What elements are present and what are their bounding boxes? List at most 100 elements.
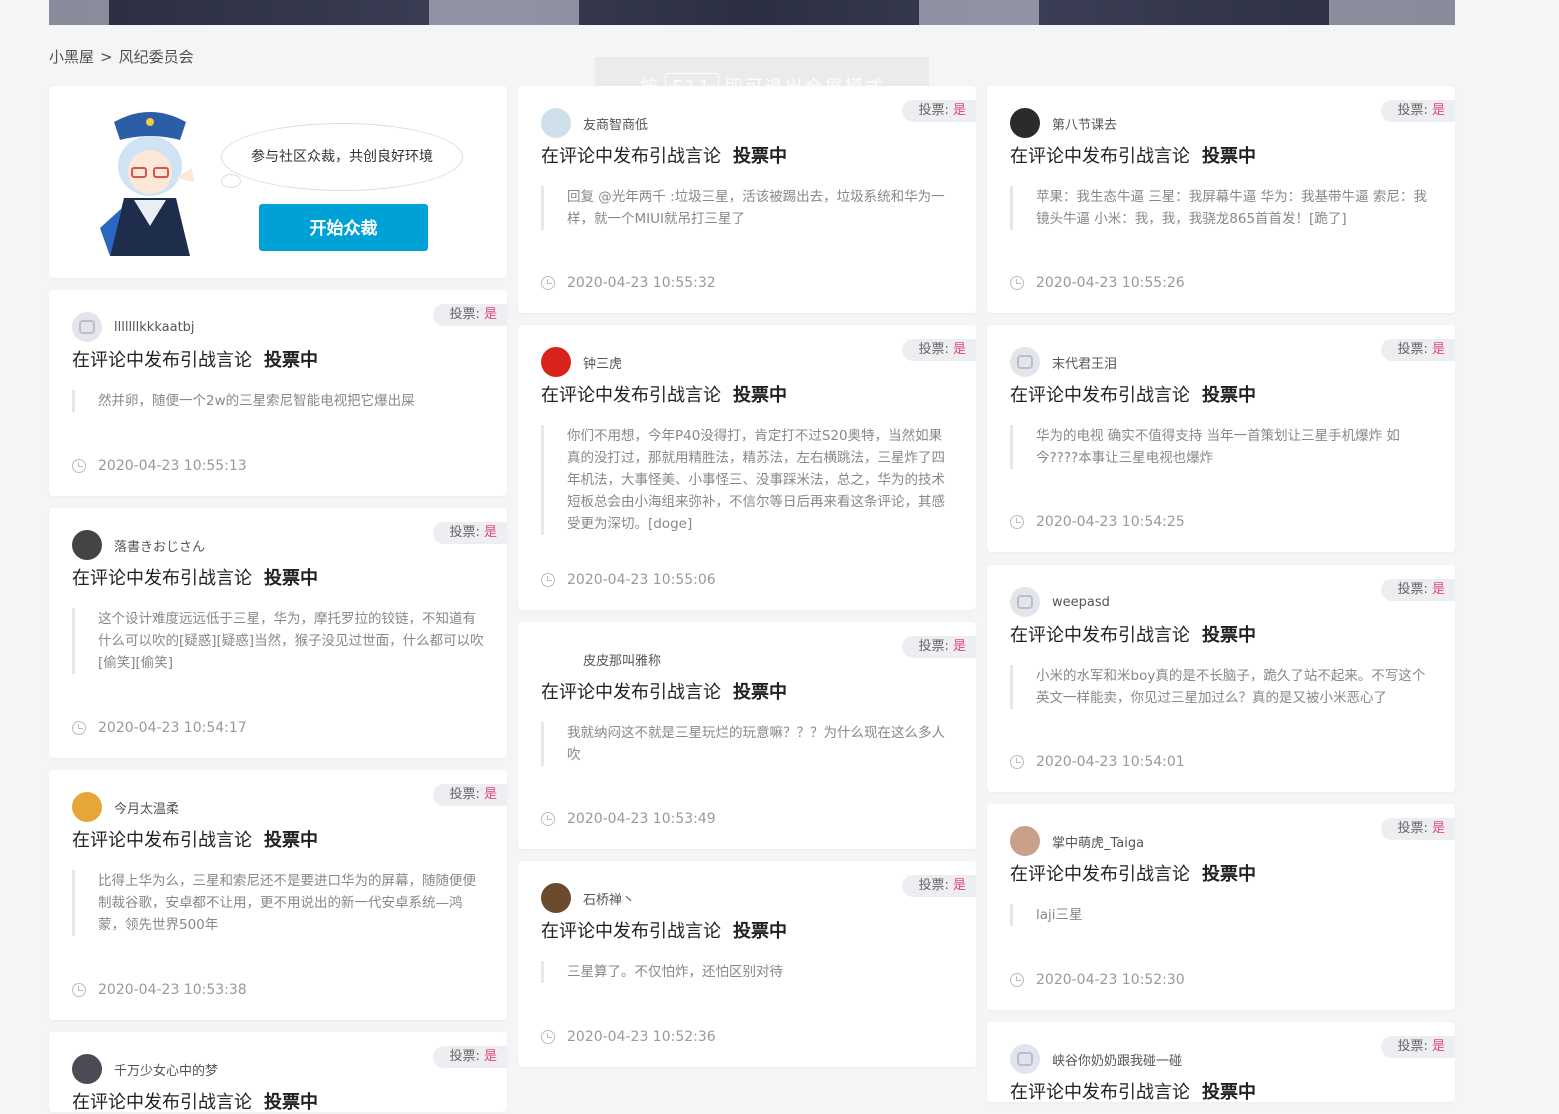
case-title: 在评论中发布引战言论 投票中 (541, 917, 787, 943)
username[interactable]: 峡谷你奶奶跟我碰一碰 (1052, 1050, 1182, 1069)
username[interactable]: 末代君王泪 (1052, 353, 1117, 372)
case-status: 投票中 (733, 146, 787, 167)
case-status: 投票中 (733, 682, 787, 703)
case-card[interactable]: 投票: 是今月太温柔 在评论中发布引战言论 投票中 比得上华为么，三星和索尼还不是要进… (49, 770, 507, 1020)
case-card[interactable]: 投票: 是掌中萌虎_Taiga 在评论中发布引战言论 投票中 laji三星 2020-0… (987, 804, 1455, 1010)
case-time: 2020-04-23 10:55:32 (541, 275, 716, 291)
username[interactable]: 石桥禅丶 (583, 889, 635, 908)
case-status: 投票中 (264, 350, 318, 371)
default-avatar-icon (1017, 1052, 1033, 1066)
case-card[interactable]: 投票: 是石桥禅丶 在评论中发布引战言论 投票中 三星算了。不仅怕炸，还怕区别对待 20… (518, 861, 976, 1067)
avatar[interactable] (1010, 587, 1040, 617)
default-avatar-icon (79, 320, 95, 334)
avatar[interactable] (541, 644, 571, 674)
vote-badge: 投票: 是 (902, 875, 976, 897)
case-card[interactable]: 投票: 是皮皮那叫雅称 在评论中发布引战言论 投票中 我就纳闷这不就是三星玩烂的玩意嘛… (518, 622, 976, 849)
case-title: 在评论中发布引战言论 投票中 (1010, 381, 1256, 407)
avatar[interactable] (1010, 826, 1040, 856)
case-status: 投票中 (264, 568, 318, 589)
timestamp: 2020-04-23 10:55:06 (567, 572, 716, 588)
vote-label: 投票: (449, 1049, 480, 1064)
clock-icon (541, 812, 555, 826)
banner-decoration (1329, 0, 1455, 25)
vote-badge: 投票: 是 (902, 100, 976, 122)
case-reason: 在评论中发布引战言论 (72, 830, 252, 851)
case-card[interactable]: 投票: 是千万少女心中的梦 在评论中发布引战言论 投票中 (49, 1032, 507, 1114)
username[interactable]: weepasd (1052, 595, 1110, 610)
case-user: 今月太温柔 (72, 792, 179, 822)
case-title: 在评论中发布引战言论 投票中 (1010, 860, 1256, 886)
case-reason: 在评论中发布引战言论 (1010, 1082, 1190, 1103)
username[interactable]: 今月太温柔 (114, 798, 179, 817)
avatar[interactable] (1010, 1044, 1040, 1074)
case-user: 掌中萌虎_Taiga (1010, 826, 1144, 856)
breadcrumb: 小黑屋 > 风纪委员会 (49, 46, 200, 67)
case-card[interactable]: 投票: 是 lllllllkkkaatbj 在评论中发布引战言论 投票中 然并卵，随便一… (49, 290, 507, 496)
breadcrumb-home[interactable]: 小黑屋 (49, 48, 94, 66)
vote-badge: 投票: 是 (902, 636, 976, 658)
clock-icon (541, 1030, 555, 1044)
username[interactable]: 千万少女心中的梦 (114, 1060, 218, 1079)
avatar[interactable] (72, 530, 102, 560)
case-title: 在评论中发布引战言论 投票中 (1010, 142, 1256, 168)
banner-decoration (49, 0, 109, 25)
vote-badge: 投票: 是 (433, 522, 507, 544)
case-card[interactable]: 投票: 是落書きおじさん 在评论中发布引战言论 投票中 这个设计难度远远低于三星，华为… (49, 508, 507, 758)
username[interactable]: lllllllkkkaatbj (114, 320, 195, 335)
username[interactable]: 钟三虎 (583, 353, 622, 372)
case-status: 投票中 (1202, 864, 1256, 885)
case-reason: 在评论中发布引战言论 (1010, 385, 1190, 406)
case-card[interactable]: 投票: 是钟三虎 在评论中发布引战言论 投票中 你们不用想，今年P40没得打，肯定打不… (518, 325, 976, 610)
case-time: 2020-04-23 10:54:25 (1010, 514, 1185, 530)
case-card[interactable]: 投票: 是峡谷你奶奶跟我碰一碰 在评论中发布引战言论 投票中 (987, 1022, 1455, 1104)
case-card[interactable]: 投票: 是末代君王泪 在评论中发布引战言论 投票中 华为的电视 确实不值得支持 当年一… (987, 325, 1455, 552)
case-card[interactable]: 投票: 是第八节课去 在评论中发布引战言论 投票中 苹果：我生态牛逼 三星：我屏幕牛逼… (987, 86, 1455, 313)
avatar[interactable] (72, 312, 102, 342)
avatar[interactable] (541, 883, 571, 913)
avatar[interactable] (541, 347, 571, 377)
comment-quote: 这个设计难度远远低于三星，华为，摩托罗拉的铰链，不知道有什么可以吹的[疑惑][疑… (72, 608, 484, 674)
case-title: 在评论中发布引战言论 投票中 (541, 381, 787, 407)
avatar[interactable] (1010, 347, 1040, 377)
username[interactable]: 皮皮那叫雅称 (583, 650, 661, 669)
case-card[interactable]: 投票: 是 weepasd 在评论中发布引战言论 投票中 小米的水军和米boy真的是不长… (987, 565, 1455, 792)
case-user: 末代君王泪 (1010, 347, 1117, 377)
comment-quote: 比得上华为么，三星和索尼还不是要进口华为的屏幕，随随便便制裁谷歌，安卓都不让用，… (72, 870, 484, 936)
avatar[interactable] (541, 108, 571, 138)
vote-value: 是 (952, 342, 966, 357)
start-judging-button[interactable]: 开始众裁 (259, 204, 428, 251)
case-reason: 在评论中发布引战言论 (541, 921, 721, 942)
username[interactable]: 友商智商低 (583, 114, 648, 133)
vote-value: 是 (1431, 342, 1445, 357)
username[interactable]: 落書きおじさん (114, 536, 205, 555)
case-title: 在评论中发布引战言论 投票中 (72, 1088, 318, 1114)
case-time: 2020-04-23 10:55:06 (541, 572, 716, 588)
case-status: 投票中 (733, 385, 787, 406)
timestamp: 2020-04-23 10:54:25 (1036, 514, 1185, 530)
avatar[interactable] (1010, 108, 1040, 138)
vote-badge: 投票: 是 (1381, 818, 1455, 840)
timestamp: 2020-04-23 10:55:32 (567, 275, 716, 291)
vote-label: 投票: (1397, 342, 1428, 357)
case-status: 投票中 (1202, 625, 1256, 646)
username[interactable]: 掌中萌虎_Taiga (1052, 832, 1144, 851)
vote-value: 是 (952, 878, 966, 893)
vote-badge: 投票: 是 (1381, 100, 1455, 122)
comment-quote: 你们不用想，今年P40没得打，肯定打不过S20奥特，当然如果真的没打过，那就用精… (541, 425, 953, 535)
vote-label: 投票: (449, 787, 480, 802)
avatar[interactable] (72, 792, 102, 822)
vote-label: 投票: (918, 639, 949, 654)
case-card[interactable]: 投票: 是友商智商低 在评论中发布引战言论 投票中 回复 @光年两千 :垃圾三星，活该… (518, 86, 976, 313)
clock-icon (72, 459, 86, 473)
speech-bubble-tail (221, 174, 241, 188)
mascot-illustration (100, 112, 194, 256)
vote-value: 是 (952, 639, 966, 654)
vote-label: 投票: (1397, 1039, 1428, 1054)
case-title: 在评论中发布引战言论 投票中 (1010, 621, 1256, 647)
case-status: 投票中 (264, 1092, 318, 1113)
case-time: 2020-04-23 10:54:01 (1010, 754, 1185, 770)
timestamp: 2020-04-23 10:52:36 (567, 1029, 716, 1045)
breadcrumb-separator: > (100, 48, 113, 66)
username[interactable]: 第八节课去 (1052, 114, 1117, 133)
case-title: 在评论中发布引战言论 投票中 (1010, 1078, 1256, 1104)
